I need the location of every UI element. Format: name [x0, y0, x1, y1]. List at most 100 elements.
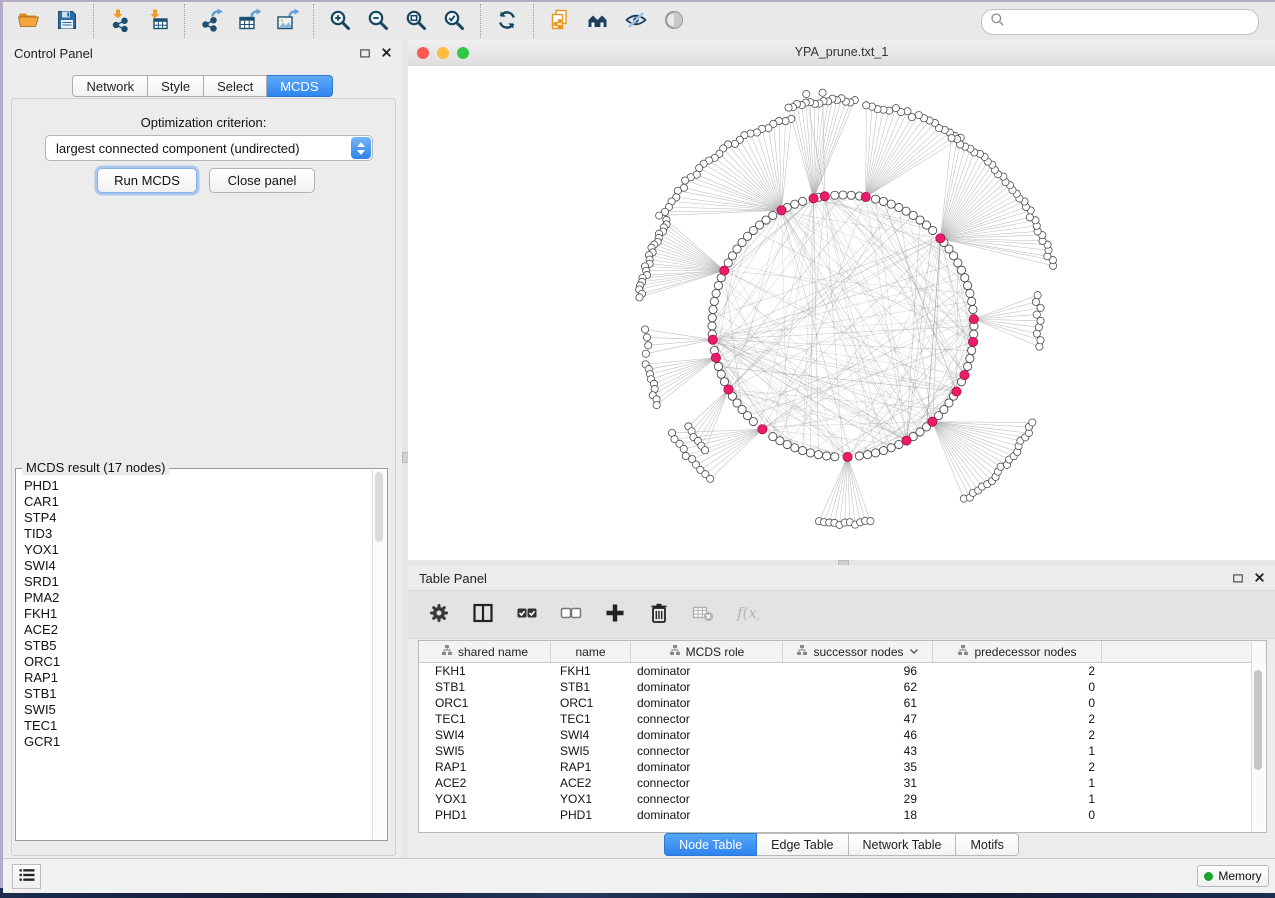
network-selected-node[interactable]	[843, 452, 852, 461]
network-leaf-node[interactable]	[674, 187, 681, 194]
close-panel-button[interactable]: Close panel	[209, 168, 315, 193]
zoom-selected-button[interactable]	[435, 5, 473, 37]
network-node[interactable]	[963, 362, 971, 370]
network-leaf-node[interactable]	[1034, 292, 1041, 299]
table-row[interactable]: YOX1YOX1connector291	[419, 791, 1266, 807]
network-selected-node[interactable]	[777, 206, 786, 215]
network-leaf-node[interactable]	[645, 342, 652, 349]
network-leaf-node[interactable]	[641, 326, 648, 333]
network-leaf-node[interactable]	[653, 402, 660, 409]
network-leaf-node[interactable]	[915, 111, 922, 118]
network-leaf-node[interactable]	[1036, 343, 1043, 350]
network-leaf-node[interactable]	[892, 105, 899, 112]
network-leaf-node[interactable]	[642, 350, 649, 357]
mcds-result-item[interactable]: SWI5	[24, 702, 373, 718]
network-selected-node[interactable]	[820, 192, 829, 201]
network-node[interactable]	[798, 197, 806, 205]
network-leaf-node[interactable]	[867, 518, 874, 525]
mcds-result-list[interactable]: PHD1CAR1STP4TID3YOX1SWI4SRD1PMA2FKH1ACE2…	[17, 472, 373, 839]
table-row[interactable]: STB1STB1dominator620	[419, 679, 1266, 695]
tab-style[interactable]: Style	[148, 75, 204, 97]
network-leaf-node[interactable]	[643, 334, 650, 341]
network-node[interactable]	[806, 449, 814, 457]
table-settings-button[interactable]	[424, 600, 454, 630]
network-leaf-node[interactable]	[636, 294, 643, 301]
close-table-panel-icon[interactable]	[1252, 570, 1267, 585]
network-leaf-node[interactable]	[701, 447, 708, 454]
network-node[interactable]	[714, 281, 722, 289]
network-selected-node[interactable]	[936, 234, 945, 243]
network-leaf-node[interactable]	[1035, 324, 1042, 331]
select-all-rows-button[interactable]	[512, 600, 542, 630]
network-selected-node[interactable]	[861, 192, 870, 201]
tab-edge-table[interactable]: Edge Table	[757, 833, 848, 856]
mcds-result-item[interactable]: ACE2	[24, 622, 373, 638]
apply-layout-button[interactable]	[488, 5, 526, 37]
float-table-panel-icon[interactable]	[1230, 570, 1245, 585]
run-mcds-button[interactable]: Run MCDS	[97, 168, 197, 193]
mcds-result-item[interactable]: TEC1	[24, 718, 373, 734]
table-row[interactable]: PHD1PHD1dominator180	[419, 807, 1266, 823]
network-node[interactable]	[714, 362, 722, 370]
mcds-result-item[interactable]: GCR1	[24, 734, 373, 750]
search-input[interactable]	[1005, 14, 1258, 30]
network-node[interactable]	[871, 195, 879, 203]
network-selected-node[interactable]	[708, 335, 717, 344]
mcds-result-item[interactable]: ORC1	[24, 654, 373, 670]
open-session-button[interactable]	[10, 5, 48, 37]
search-box[interactable]	[981, 9, 1259, 35]
network-node[interactable]	[961, 274, 969, 282]
network-leaf-node[interactable]	[803, 90, 810, 97]
network-leaf-node[interactable]	[1033, 311, 1040, 318]
column-header-shared-name[interactable]: shared name	[419, 641, 551, 663]
network-selected-node[interactable]	[711, 353, 720, 362]
network-node[interactable]	[879, 197, 887, 205]
network-selected-node[interactable]	[720, 266, 729, 275]
import-table-button[interactable]	[139, 5, 177, 37]
network-node[interactable]	[822, 452, 830, 460]
table-row[interactable]: RAP1RAP1dominator352	[419, 759, 1266, 775]
task-history-button[interactable]	[12, 864, 41, 889]
network-node[interactable]	[963, 281, 971, 289]
network-node[interactable]	[783, 440, 791, 448]
hide-selected-button[interactable]	[617, 5, 655, 37]
network-node[interactable]	[712, 289, 720, 297]
network-node[interactable]	[831, 453, 839, 461]
table-row[interactable]: ACE2ACE2connector311	[419, 775, 1266, 791]
network-node[interactable]	[863, 451, 871, 459]
network-node[interactable]	[791, 200, 799, 208]
network-leaf-node[interactable]	[707, 475, 714, 482]
network-selected-node[interactable]	[952, 387, 961, 396]
network-leaf-node[interactable]	[682, 452, 689, 459]
import-network-button[interactable]	[101, 5, 139, 37]
mcds-result-item[interactable]: SWI4	[24, 558, 373, 574]
network-node[interactable]	[791, 444, 799, 452]
network-selected-node[interactable]	[960, 370, 969, 379]
network-node[interactable]	[708, 322, 716, 330]
mcds-result-item[interactable]: CAR1	[24, 494, 373, 510]
network-node[interactable]	[709, 305, 717, 313]
tab-select[interactable]: Select	[204, 75, 267, 97]
table-row[interactable]: ORC1ORC1dominator610	[419, 695, 1266, 711]
network-node[interactable]	[814, 451, 822, 459]
network-node[interactable]	[871, 449, 879, 457]
network-node[interactable]	[798, 446, 806, 454]
mcds-result-item[interactable]: TID3	[24, 526, 373, 542]
network-leaf-node[interactable]	[656, 212, 663, 219]
network-node[interactable]	[749, 417, 757, 425]
mcds-result-item[interactable]: STP4	[24, 510, 373, 526]
network-leaf-node[interactable]	[782, 118, 789, 125]
network-node[interactable]	[855, 452, 863, 460]
mcds-list-scrollbar[interactable]	[372, 470, 386, 839]
network-node[interactable]	[968, 297, 976, 305]
network-leaf-node[interactable]	[682, 177, 689, 184]
first-neighbors-button[interactable]	[579, 5, 617, 37]
mcds-result-item[interactable]: STB5	[24, 638, 373, 654]
network-selected-node[interactable]	[968, 337, 977, 346]
network-selected-node[interactable]	[724, 385, 733, 394]
network-leaf-node[interactable]	[680, 445, 687, 452]
network-node[interactable]	[710, 297, 718, 305]
network-leaf-node[interactable]	[1026, 214, 1033, 221]
table-row[interactable]: TEC1TEC1connector472	[419, 711, 1266, 727]
mcds-result-item[interactable]: STB1	[24, 686, 373, 702]
